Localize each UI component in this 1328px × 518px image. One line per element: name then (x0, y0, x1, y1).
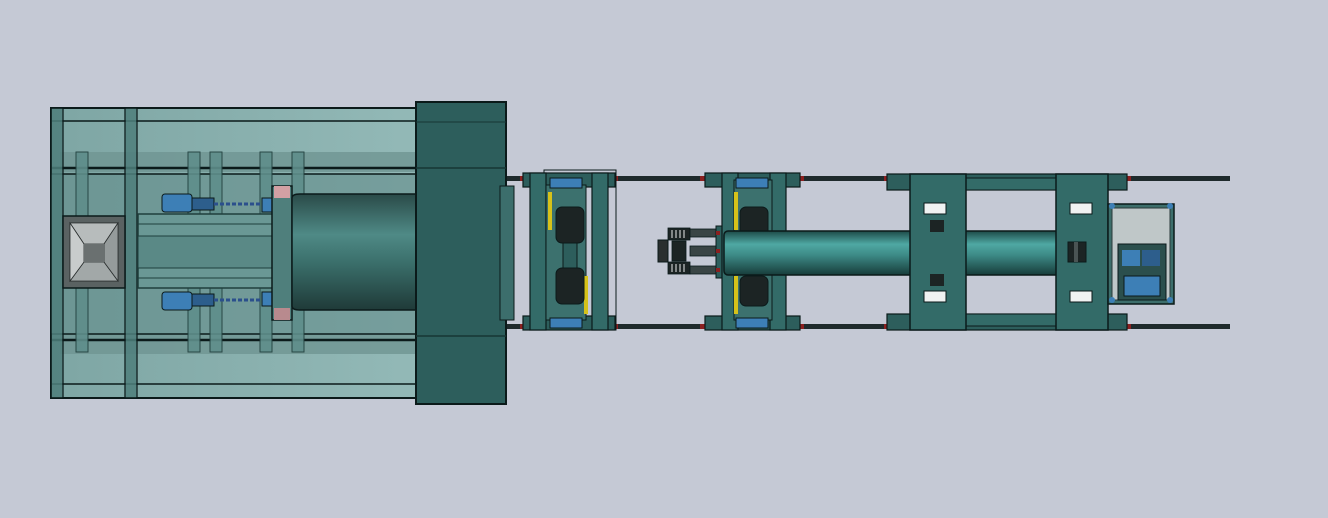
extracted-pipe (723, 230, 1061, 276)
cad-viewport (0, 0, 1328, 518)
feed-hopper (62, 215, 126, 289)
rotary-drum (271, 185, 419, 321)
control-cabinet (1107, 203, 1175, 305)
gripper-head (657, 225, 725, 279)
machine-drawing (50, 101, 1230, 405)
end-block (415, 101, 515, 405)
pinch-roller-carriage-1 (522, 169, 617, 331)
